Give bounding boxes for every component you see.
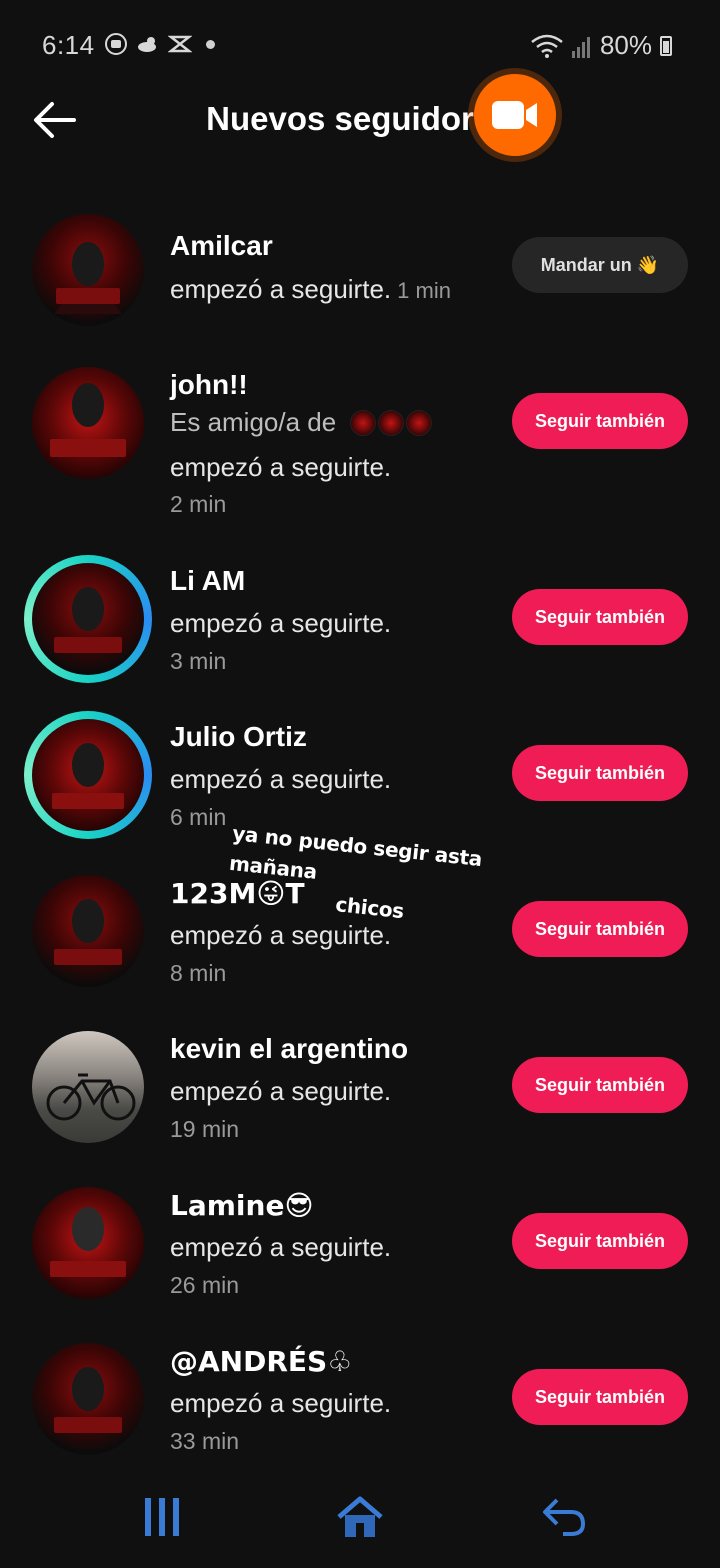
mini-avatar bbox=[350, 409, 377, 436]
avatar[interactable] bbox=[32, 367, 144, 479]
follower-name[interactable]: john!! bbox=[170, 369, 248, 401]
status-right: 80% bbox=[530, 30, 672, 61]
follow-action: empezó a seguirte. bbox=[170, 274, 392, 304]
avatar[interactable] bbox=[32, 563, 144, 675]
story-ring[interactable] bbox=[24, 711, 152, 839]
avatar[interactable] bbox=[32, 1343, 144, 1455]
wifi-icon bbox=[531, 34, 563, 58]
video-camera-icon bbox=[492, 101, 537, 129]
mutual-friends-line: Es amigo/a de bbox=[170, 407, 433, 438]
follow-time: 2 min bbox=[170, 491, 227, 517]
recent-apps-button[interactable] bbox=[132, 1492, 192, 1542]
youtube-icon bbox=[105, 33, 127, 55]
follow-action: empezó a seguirte. bbox=[170, 452, 392, 482]
mini-avatar bbox=[406, 409, 433, 436]
mini-avatar bbox=[378, 409, 405, 436]
follower-name[interactable]: Julio Ortiz bbox=[170, 721, 307, 753]
follow-time: 3 min bbox=[170, 648, 227, 674]
avatar[interactable] bbox=[32, 1031, 144, 1143]
list-item[interactable]: kevin el argentino empezó a seguirte. 19… bbox=[0, 1023, 720, 1173]
follower-name[interactable]: @ANDRÉS♧ bbox=[170, 1345, 352, 1378]
follow-back-button[interactable]: Seguir también bbox=[512, 901, 688, 957]
header: Nuevos seguidor bbox=[0, 74, 720, 160]
follow-action: empezó a seguirte. bbox=[170, 1232, 392, 1262]
mutual-avatars bbox=[350, 409, 433, 436]
follower-name[interactable]: Lamine😎 bbox=[170, 1189, 314, 1222]
follow-action: empezó a seguirte. bbox=[170, 920, 392, 950]
follow-time: 8 min bbox=[170, 960, 227, 986]
team-logo-image bbox=[50, 1207, 126, 1277]
follow-back-button[interactable]: Seguir también bbox=[512, 745, 688, 801]
team-logo-image bbox=[54, 1367, 122, 1433]
avatar[interactable] bbox=[32, 1187, 144, 1299]
follower-name[interactable]: Amilcar bbox=[170, 230, 273, 262]
avatar[interactable] bbox=[32, 875, 144, 987]
mutual-friends-label: Es amigo/a de bbox=[170, 407, 337, 437]
team-logo-image bbox=[52, 743, 124, 809]
follow-time: 26 min bbox=[170, 1272, 240, 1298]
follow-time: 19 min bbox=[170, 1116, 240, 1142]
follow-back-button[interactable]: Seguir también bbox=[512, 1057, 688, 1113]
follow-action: empezó a seguirte. bbox=[170, 764, 392, 794]
capcut-icon bbox=[168, 35, 192, 53]
back-nav-button[interactable] bbox=[534, 1492, 594, 1542]
team-logo-image bbox=[50, 383, 126, 457]
bicycle-image bbox=[46, 1073, 136, 1121]
avatar[interactable] bbox=[32, 214, 144, 326]
team-logo-image bbox=[54, 587, 122, 653]
battery-icon bbox=[660, 35, 672, 56]
notification-dot bbox=[206, 40, 215, 49]
recent-apps-icon bbox=[145, 1498, 179, 1536]
signal-icon bbox=[571, 36, 590, 58]
home-button[interactable] bbox=[330, 1492, 390, 1542]
team-logo-image bbox=[54, 899, 122, 965]
list-item[interactable]: Amilcar empezó a seguirte. 1 min Mandar u… bbox=[0, 210, 720, 360]
page-title: Nuevos seguidor bbox=[206, 100, 474, 137]
follow-back-button[interactable]: Seguir también bbox=[512, 1213, 688, 1269]
follow-time: 1 min bbox=[397, 278, 451, 303]
follow-back-button[interactable]: Seguir también bbox=[512, 393, 688, 449]
follow-time: 33 min bbox=[170, 1428, 240, 1454]
battery-percent: 80% bbox=[599, 30, 652, 60]
follow-action-line: empezó a seguirte. 1 min bbox=[170, 274, 451, 305]
follower-name[interactable]: Li AM bbox=[170, 565, 245, 597]
back-icon bbox=[543, 1498, 586, 1536]
list-item[interactable]: john!! Es amigo/a de empezó a seguirte. … bbox=[0, 365, 720, 517]
avatar[interactable] bbox=[32, 719, 144, 831]
status-bar: 6:14 80% bbox=[0, 0, 720, 92]
follower-name[interactable]: kevin el argentino bbox=[170, 1033, 408, 1065]
system-nav-bar bbox=[0, 1468, 720, 1568]
screen-record-button[interactable] bbox=[474, 74, 556, 156]
team-logo-image bbox=[54, 242, 122, 314]
list-item[interactable]: Lamine😎 empezó a seguirte. 26 min Seguir… bbox=[0, 1179, 720, 1329]
follow-time: 6 min bbox=[170, 804, 227, 830]
follow-action: empezó a seguirte. bbox=[170, 1388, 392, 1418]
story-ring[interactable] bbox=[24, 555, 152, 683]
follow-action: empezó a seguirte. bbox=[170, 1076, 392, 1106]
follow-action: empezó a seguirte. bbox=[170, 608, 392, 638]
send-wave-button[interactable]: Mandar un 👋 bbox=[512, 237, 688, 293]
status-icons-left bbox=[104, 33, 192, 55]
follow-back-button[interactable]: Seguir también bbox=[512, 1369, 688, 1425]
home-icon bbox=[337, 1496, 383, 1537]
cloud-sun-icon bbox=[138, 37, 156, 52]
list-item[interactable]: Li AM empezó a seguirte. 3 min Seguir ta… bbox=[0, 555, 720, 705]
follow-back-button[interactable]: Seguir también bbox=[512, 589, 688, 645]
list-item[interactable]: @ANDRÉS♧ empezó a seguirte. 33 min Segui… bbox=[0, 1335, 720, 1485]
status-time: 6:14 bbox=[42, 30, 95, 60]
